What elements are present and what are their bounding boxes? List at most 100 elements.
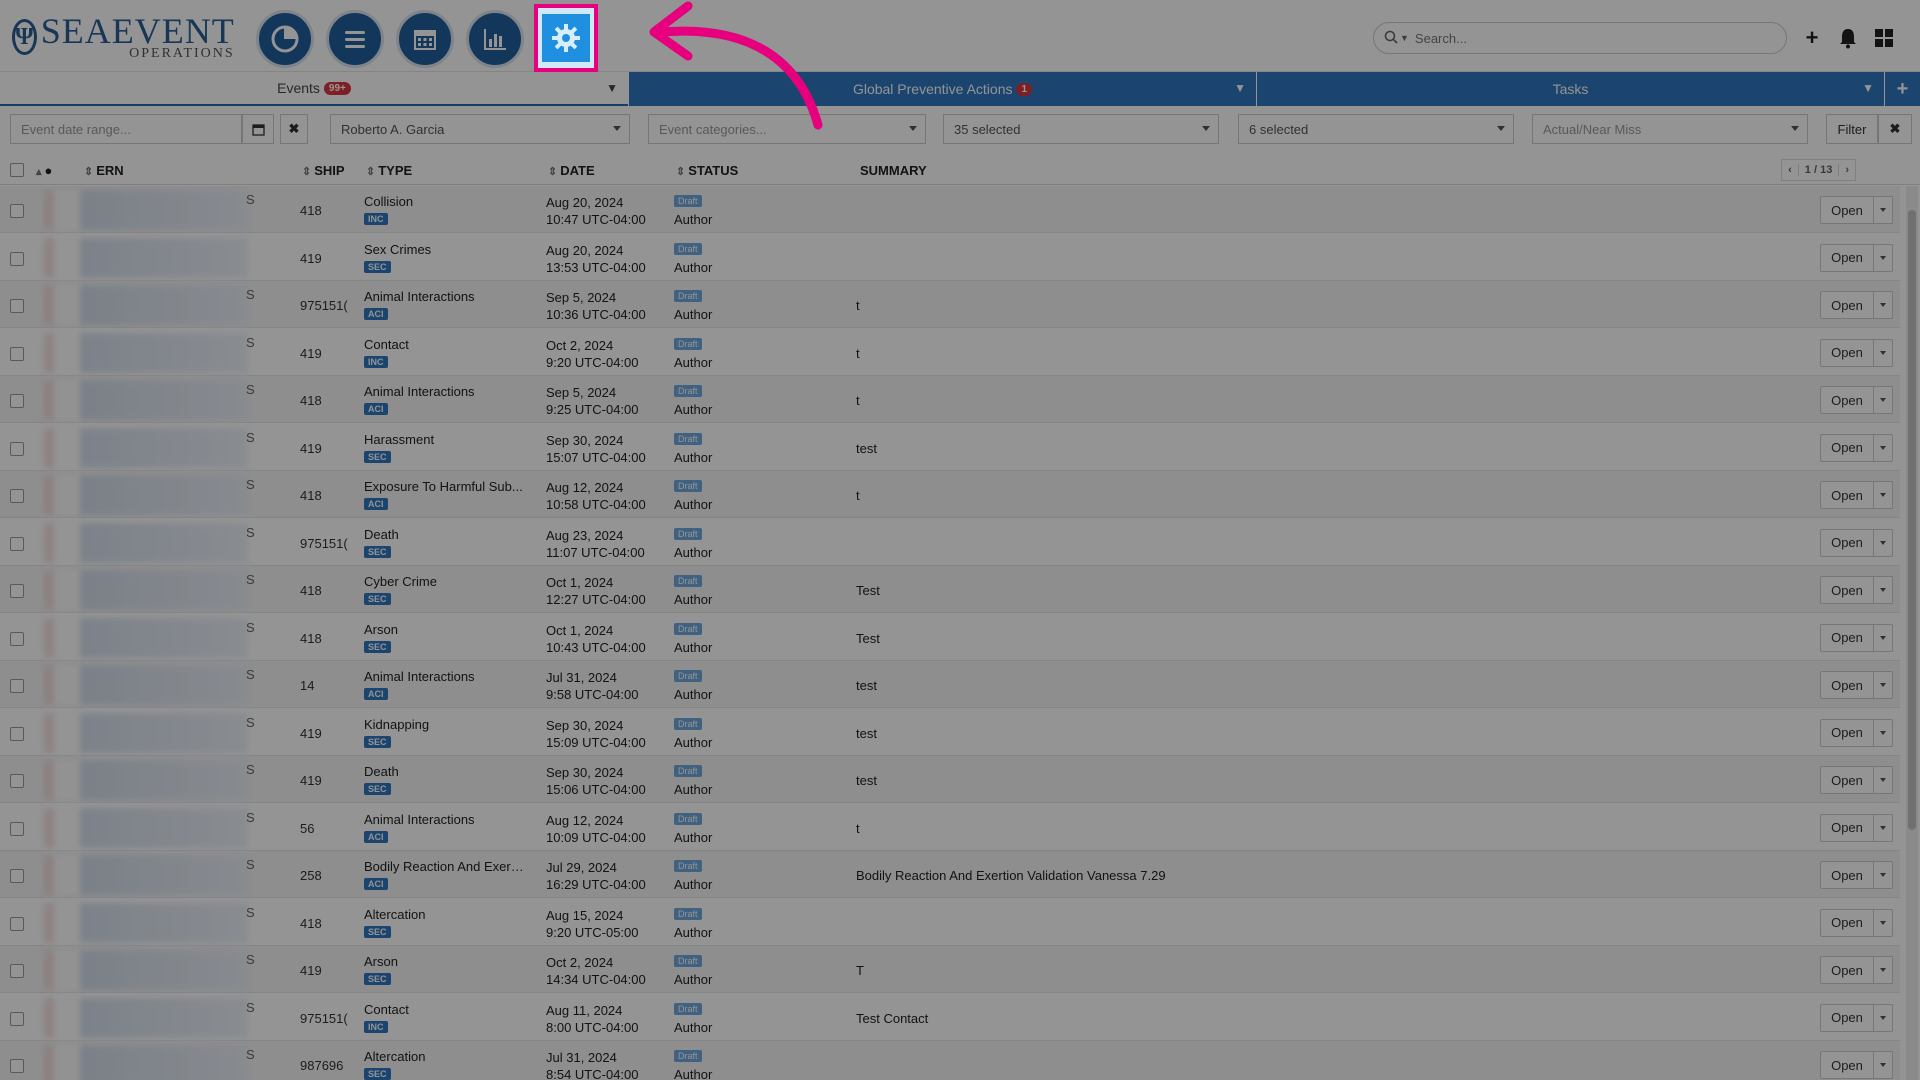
table-row[interactable]: S 975151(Animal Interactions ACI Sep 5, 202… [0,281,1900,328]
open-dropdown-icon[interactable] [1873,481,1893,509]
calendar-icon[interactable] [396,10,454,68]
open-dropdown-icon[interactable] [1873,528,1893,557]
open-button[interactable]: Open [1820,813,1874,842]
add-tab-button[interactable]: + [1884,72,1920,106]
prev-page-button[interactable]: ‹ [1782,164,1799,176]
open-button[interactable]: Open [1820,386,1874,414]
open-dropdown-icon[interactable] [1873,671,1893,699]
open-dropdown-icon[interactable] [1873,1051,1893,1079]
table-row[interactable]: S 418 Altercation SEC Aug 15, 2024 9:20 UTC-0… [0,899,1900,946]
row-checkbox[interactable] [10,1059,24,1073]
next-page-button[interactable]: › [1839,164,1855,176]
table-row[interactable]: S 418 Collision INC Aug 20, 2024 10:47 UTC-04… [0,186,1900,233]
gear-icon[interactable] [542,14,590,62]
open-button[interactable]: Open [1820,338,1874,367]
table-row[interactable]: S 975151(Contact INC Aug 11, 2024 8:00 UTC-0… [0,994,1900,1041]
row-checkbox[interactable] [10,204,24,218]
search-scope-chevron-icon[interactable]: ▼ [1400,33,1409,43]
table-row[interactable]: 419 Sex Crimes SEC Aug 20, 2024 13:53 UTC-04… [0,234,1900,281]
row-checkbox[interactable] [10,346,24,361]
clear-date-button[interactable]: ✖ [280,114,308,144]
column-type[interactable]: ⇕ TYPE [366,163,412,178]
open-dropdown-icon[interactable] [1873,576,1893,604]
open-button[interactable]: Open [1820,576,1874,604]
select-all-checkbox[interactable] [10,163,24,180]
add-icon[interactable]: + [1800,25,1824,50]
open-dropdown-icon[interactable] [1873,196,1893,224]
table-row[interactable]: S 418 Arson SEC Oct 1, 2024 10:43 UTC-04:00 Dr… [0,614,1900,661]
row-checkbox[interactable] [10,299,24,313]
row-checkbox[interactable] [10,774,24,788]
table-row[interactable]: S 419 Harassment SEC Sep 30, 2024 15:07 UTC-0… [0,424,1900,471]
event-date-range-input[interactable]: Event date range... [10,114,242,144]
open-dropdown-icon[interactable] [1873,291,1893,319]
chevron-down-icon[interactable]: ▼ [1234,81,1246,95]
table-row[interactable]: S 418 Animal Interactions ACI Sep 5, 2024 9:2… [0,376,1900,423]
table-row[interactable]: S 419 Kidnapping SEC Sep 30, 2024 15:09 UTC-0… [0,709,1900,756]
row-checkbox[interactable] [10,441,24,456]
open-dropdown-icon[interactable] [1873,766,1893,794]
types-select[interactable]: 6 selected [1238,114,1514,144]
open-button[interactable]: Open [1820,1051,1874,1079]
user-select[interactable]: Roberto A. Garcia [330,114,630,144]
search-box[interactable]: ▼ [1373,22,1787,54]
row-checkbox[interactable] [10,869,24,883]
table-row[interactable]: S 258 Bodily Reaction And Exert... ACI Jul 2… [0,851,1900,898]
actual-near-miss-select[interactable]: Actual/Near Miss [1532,114,1808,144]
bell-icon[interactable] [1836,26,1860,50]
row-checkbox[interactable] [10,821,24,836]
chevron-down-icon[interactable]: ▼ [1862,81,1874,95]
search-input[interactable] [1414,30,1745,46]
open-dropdown-icon[interactable] [1873,718,1893,747]
row-checkbox[interactable] [10,489,24,503]
settings-gear-highlight[interactable] [534,4,598,72]
clear-filters-button[interactable]: ✖ [1878,114,1912,144]
column-date[interactable]: ⇕ DATE [548,163,595,178]
calendar-icon[interactable] [242,114,274,144]
row-checkbox[interactable] [10,536,24,551]
table-row[interactable]: S 419 Arson SEC Oct 2, 2024 14:34 UTC-04:00 Dr… [0,946,1900,993]
status-dot-sort[interactable]: ▴ ● [36,163,52,178]
chevron-down-icon[interactable]: ▼ [606,81,618,95]
row-checkbox[interactable] [10,631,24,646]
row-checkbox[interactable] [10,964,24,978]
open-button[interactable]: Open [1820,623,1874,652]
table-row[interactable]: S 418 Cyber Crime SEC Oct 1, 2024 12:27 UTC-0… [0,566,1900,613]
tab-events[interactable]: Events 99+ ▼ [0,72,628,106]
open-button[interactable]: Open [1820,908,1874,937]
open-button[interactable]: Open [1820,766,1874,794]
table-row[interactable]: S 987696 Altercation SEC Jul 31, 2024 8:54 UT… [0,1041,1900,1080]
row-checkbox[interactable] [10,679,24,693]
filter-button[interactable]: Filter [1826,114,1878,144]
table-row[interactable]: S 419 Contact INC Oct 2, 2024 9:20 UTC-04:00 D… [0,329,1900,376]
column-ship[interactable]: ⇕ SHIP [302,163,345,178]
open-button[interactable]: Open [1820,671,1874,699]
open-button[interactable]: Open [1820,1003,1874,1032]
open-button[interactable]: Open [1820,481,1874,509]
ships-select[interactable]: 35 selected [943,114,1219,144]
list-icon[interactable] [326,10,384,68]
open-button[interactable]: Open [1820,718,1874,747]
grid-icon[interactable] [1872,26,1896,50]
open-dropdown-icon[interactable] [1873,813,1893,842]
open-dropdown-icon[interactable] [1873,338,1893,367]
open-button[interactable]: Open [1820,528,1874,557]
table-row[interactable]: S 56 Animal Interactions ACI Aug 12, 2024 10:… [0,804,1900,851]
open-dropdown-icon[interactable] [1873,386,1893,414]
row-checkbox[interactable] [10,251,24,266]
table-row[interactable]: S 975151(Death SEC Aug 23, 2024 11:07 UTC-04… [0,519,1900,566]
open-dropdown-icon[interactable] [1873,243,1893,272]
row-checkbox[interactable] [10,1011,24,1026]
table-row[interactable]: S 418 Exposure To Harmful Sub... ACI Aug 12,… [0,471,1900,518]
table-row[interactable]: S 419 Death SEC Sep 30, 2024 15:06 UTC-04:00 D… [0,756,1900,803]
open-dropdown-icon[interactable] [1873,908,1893,937]
open-button[interactable]: Open [1820,196,1874,224]
column-ern[interactable]: ⇕ ERN [84,163,124,178]
open-button[interactable]: Open [1820,956,1874,984]
column-status[interactable]: ⇕ STATUS [676,163,738,178]
open-button[interactable]: Open [1820,291,1874,319]
row-checkbox[interactable] [10,726,24,741]
open-dropdown-icon[interactable] [1873,861,1893,889]
row-checkbox[interactable] [10,916,24,931]
dashboard-pie-icon[interactable] [256,10,314,68]
